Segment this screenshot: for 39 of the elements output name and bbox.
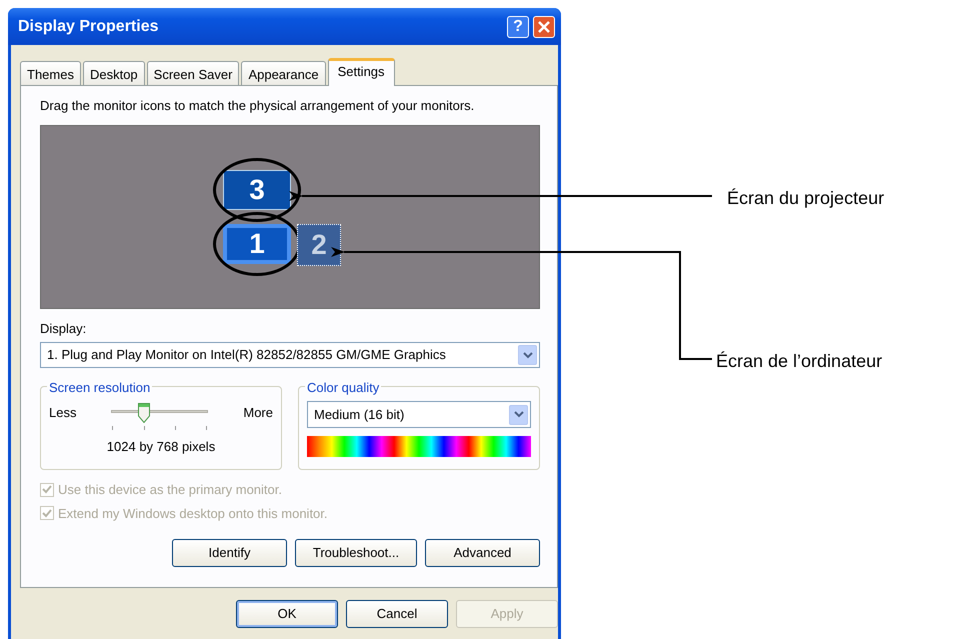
monitor-icon[interactable]: 2 bbox=[297, 224, 341, 266]
dropdown-button[interactable] bbox=[509, 404, 528, 424]
tab[interactable]: Desktop bbox=[82, 61, 145, 85]
chevron-down-icon bbox=[522, 352, 532, 358]
tick-mark bbox=[144, 426, 145, 430]
dropdown-button[interactable] bbox=[518, 345, 537, 365]
monitor-icon[interactable]: 1 bbox=[223, 224, 291, 264]
display-label: Display: bbox=[40, 320, 88, 338]
resolution-reading: 1024 by 768 pixels bbox=[106, 438, 216, 456]
tick-mark bbox=[175, 426, 176, 430]
chevron-down-icon bbox=[514, 411, 524, 418]
help-button[interactable]: ? bbox=[507, 16, 529, 38]
dialog-button[interactable]: Advanced bbox=[425, 539, 540, 567]
tick-mark bbox=[112, 426, 114, 430]
tick-mark bbox=[206, 426, 208, 430]
tab[interactable]: Themes bbox=[20, 61, 81, 85]
checkmark-icon bbox=[42, 485, 52, 494]
tab[interactable]: Settings bbox=[328, 58, 395, 86]
callout-text: Écran de l’ordinateur bbox=[716, 350, 882, 373]
tab[interactable]: Screen Saver bbox=[146, 61, 240, 85]
instruction-text: Drag the monitor icons to match the physical arrangement of your monitors. bbox=[40, 97, 476, 115]
close-icon bbox=[538, 20, 550, 32]
dialog-button[interactable]: Identify bbox=[172, 539, 287, 567]
display-dropdown[interactable]: 1. Plug and Play Monitor on Intel(R) 82852/82855 GM/GME Graphics bbox=[40, 342, 540, 368]
monitor-icon[interactable]: 3 bbox=[223, 170, 291, 210]
slider-min-label: Less bbox=[49, 404, 76, 422]
slider-max-label: More bbox=[243, 404, 273, 422]
slider-thumb[interactable] bbox=[138, 403, 150, 423]
checkmark-icon bbox=[42, 508, 52, 518]
dialog-button[interactable]: Cancel bbox=[346, 600, 448, 628]
checkbox-label: Extend my Windows desktop onto this monitor. bbox=[58, 504, 328, 523]
color-quality-dropdown[interactable]: Medium (16 bit) bbox=[307, 401, 531, 428]
tab[interactable]: Appearance bbox=[241, 61, 326, 85]
dialog-button[interactable]: OK bbox=[236, 600, 338, 628]
dialog-button[interactable]: Troubleshoot... bbox=[295, 539, 417, 567]
close-button[interactable] bbox=[533, 16, 555, 38]
callout-text: Écran du projecteur bbox=[727, 187, 884, 210]
checkbox-label: Use this device as the primary monitor. bbox=[58, 481, 282, 499]
window-title: Display Properties bbox=[18, 16, 158, 36]
